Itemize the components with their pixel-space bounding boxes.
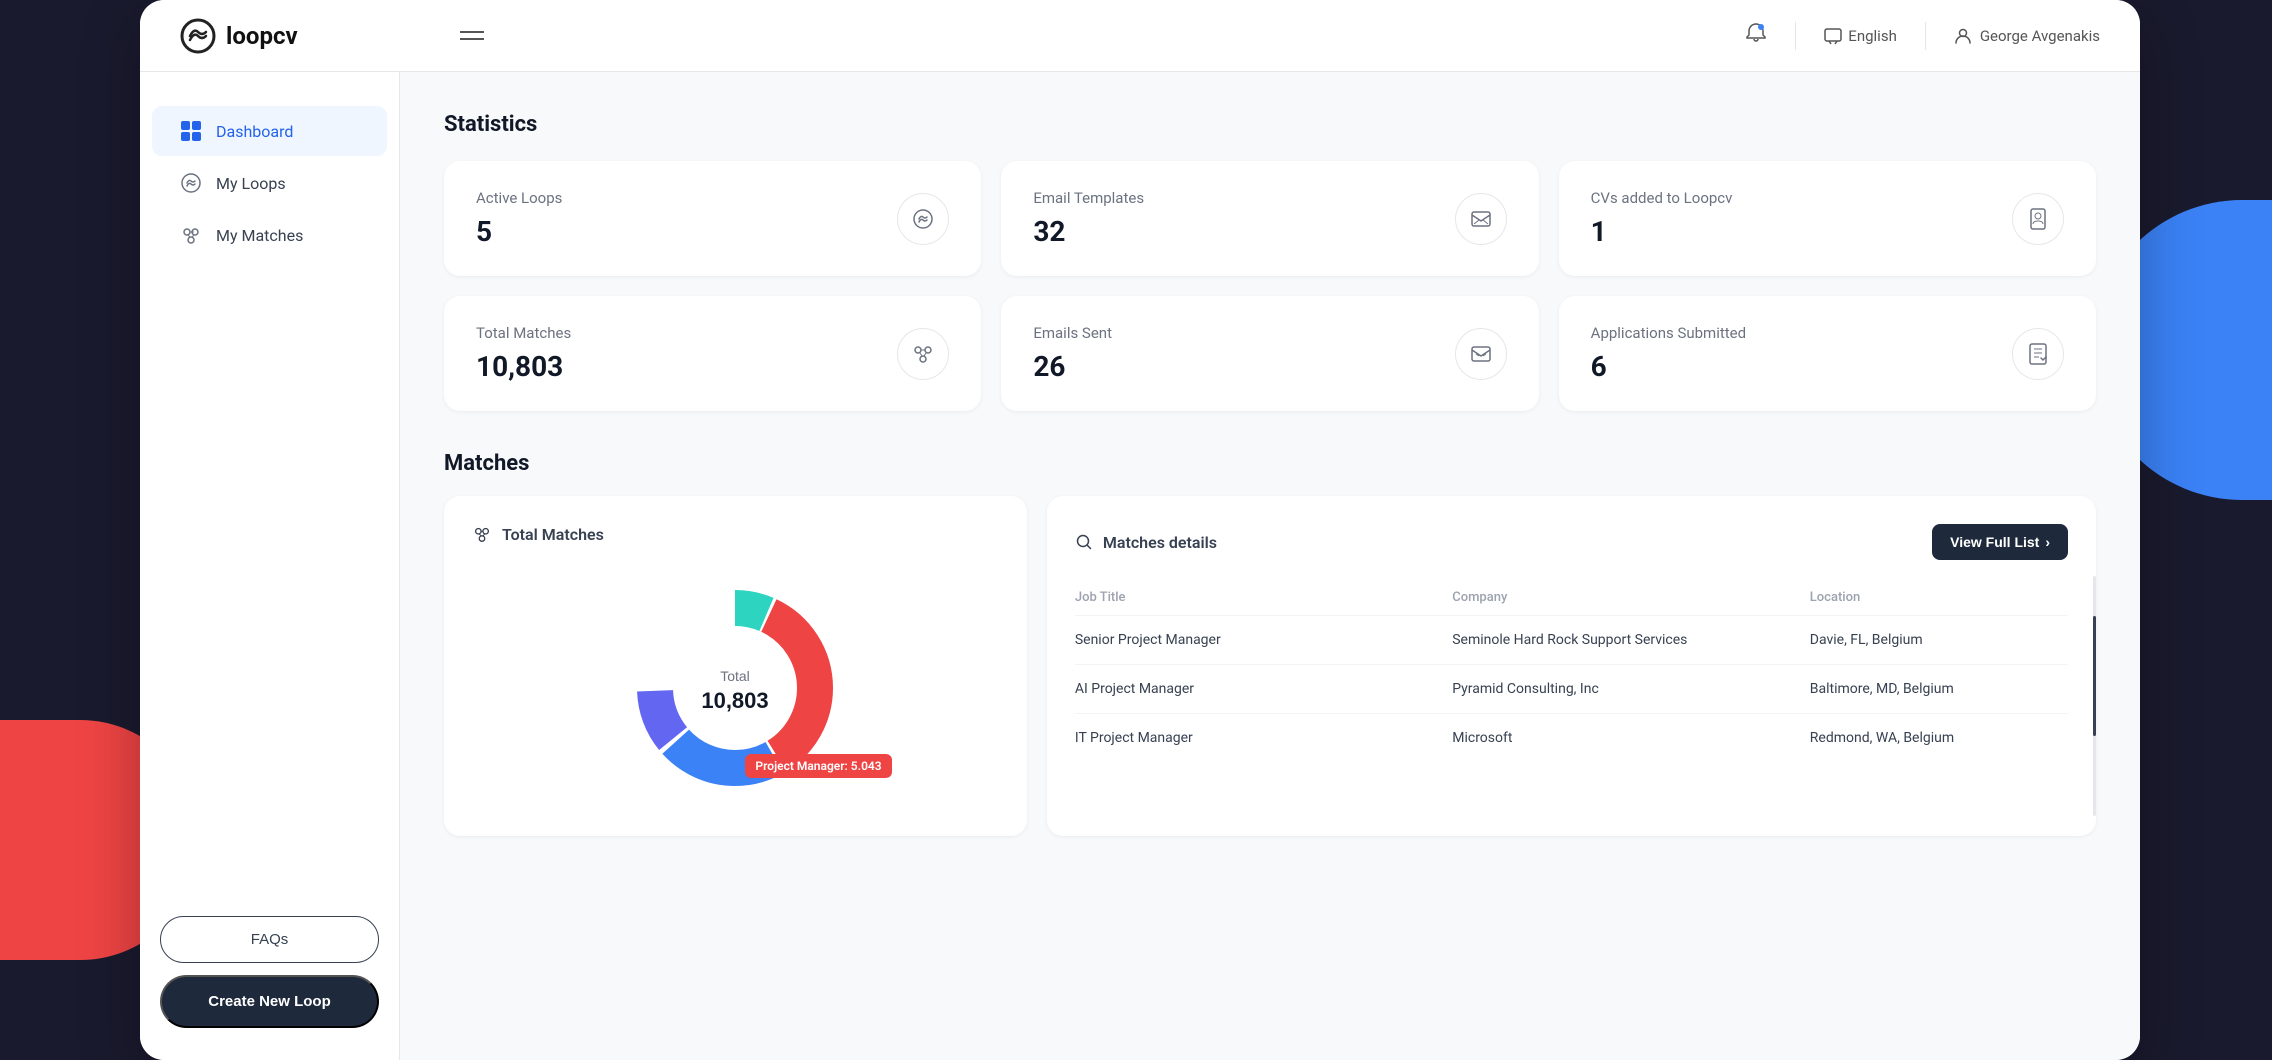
- job-title-cell: Senior Project Manager: [1075, 616, 1452, 665]
- total-matches-card-label: Total Matches: [502, 525, 604, 544]
- header-divider-2: [1925, 22, 1926, 50]
- create-new-loop-button[interactable]: Create New Loop: [160, 975, 379, 1028]
- language-selector[interactable]: English: [1824, 27, 1897, 45]
- stat-card-total-matches: Total Matches 10,803: [444, 296, 981, 411]
- applications-value: 6: [1591, 350, 1746, 383]
- language-label: English: [1848, 27, 1897, 45]
- total-matches-value: 10,803: [476, 350, 571, 383]
- svg-text:10,803: 10,803: [702, 688, 769, 713]
- cvs-value: 1: [1591, 215, 1733, 248]
- location-cell: Baltimore, MD, Belgium: [1810, 665, 2068, 714]
- matches-detail-title: Matches details: [1075, 533, 1217, 552]
- donut-chart-wrapper: Total 10,803 Project Manager: 5.043: [472, 568, 999, 808]
- matches-icon-circle: [897, 328, 949, 380]
- sidebar-bottom: FAQs Create New Loop: [140, 916, 399, 1028]
- sidebar: Dashboard My Loops: [140, 72, 400, 1060]
- statistics-title: Statistics: [444, 112, 2096, 137]
- hamburger-menu[interactable]: [460, 31, 484, 40]
- faqs-button[interactable]: FAQs: [160, 916, 379, 963]
- stat-card-email-templates: Email Templates 32: [1001, 161, 1538, 276]
- stat-card-active-loops: Active Loops 5: [444, 161, 981, 276]
- email-templates-label: Email Templates: [1033, 189, 1144, 207]
- total-matches-card-title: Total Matches: [472, 524, 999, 544]
- total-matches-card: Total Matches To: [444, 496, 1027, 836]
- logo-icon: [180, 18, 216, 54]
- matches-nav-icon: [180, 224, 202, 246]
- cv-icon: [2026, 207, 2050, 231]
- matches-detail-label: Matches details: [1103, 533, 1217, 552]
- emails-sent-value: 26: [1033, 350, 1112, 383]
- table-row: AI Project Manager Pyramid Consulting, I…: [1075, 665, 2068, 714]
- logo: loopcv: [180, 18, 440, 54]
- loops-icon: [180, 172, 202, 194]
- stats-grid: Active Loops 5 Email Templates: [444, 161, 2096, 411]
- company-cell: Pyramid Consulting, Inc: [1452, 665, 1810, 714]
- table-row: IT Project Manager Microsoft Redmond, WA…: [1075, 714, 2068, 763]
- matches-title: Matches: [444, 451, 2096, 476]
- company-cell: Microsoft: [1452, 714, 1810, 763]
- email-templates-value: 32: [1033, 215, 1144, 248]
- applications-icon: [2026, 342, 2050, 366]
- job-title-cell: AI Project Manager: [1075, 665, 1452, 714]
- total-matches-card-icon: [472, 524, 492, 544]
- sidebar-item-my-matches[interactable]: My Matches: [152, 210, 387, 260]
- dashboard-icon: [180, 120, 202, 142]
- cv-icon-circle: [2012, 193, 2064, 245]
- my-loops-label: My Loops: [216, 174, 286, 193]
- loop-icon-circle: [897, 193, 949, 245]
- svg-text:Total: Total: [721, 668, 751, 684]
- col-header-company: Company: [1452, 580, 1810, 616]
- header-right: English George Avgenakis: [1745, 22, 2100, 50]
- cvs-label: CVs added to Loopcv: [1591, 189, 1733, 207]
- user-name: George Avgenakis: [1980, 27, 2100, 45]
- email-template-icon-circle: [1455, 193, 1507, 245]
- stat-card-cvs: CVs added to Loopcv 1: [1559, 161, 2096, 276]
- location-cell: Redmond, WA, Belgium: [1810, 714, 2068, 763]
- user-menu[interactable]: George Avgenakis: [1954, 27, 2100, 45]
- active-loops-value: 5: [476, 215, 562, 248]
- location-cell: Davie, FL, Belgium: [1810, 616, 2068, 665]
- header-divider-1: [1795, 22, 1796, 50]
- col-header-job-title: Job Title: [1075, 580, 1452, 616]
- matches-detail-card: Matches details View Full List › Job Tit…: [1047, 496, 2096, 836]
- col-header-location: Location: [1810, 580, 2068, 616]
- view-full-list-button[interactable]: View Full List ›: [1932, 524, 2068, 560]
- total-matches-icon: [911, 342, 935, 366]
- emails-sent-icon: [1469, 342, 1493, 366]
- scrollbar-thumb[interactable]: [2093, 616, 2096, 736]
- main-content: Statistics Active Loops 5: [400, 72, 2140, 1060]
- scrollbar-track: [2093, 576, 2096, 816]
- active-loops-icon: [911, 207, 935, 231]
- app-window: loopcv English: [140, 0, 2140, 1060]
- header: loopcv English: [140, 0, 2140, 72]
- matches-detail-header: Matches details View Full List ›: [1075, 524, 2068, 560]
- matches-table: Job Title Company Location Senior Projec…: [1075, 580, 2068, 762]
- email-template-icon: [1469, 207, 1493, 231]
- sidebar-item-my-loops[interactable]: My Loops: [152, 158, 387, 208]
- donut-tooltip: Project Manager: 5.043: [745, 754, 891, 778]
- emails-sent-label: Emails Sent: [1033, 324, 1112, 342]
- stat-card-applications: Applications Submitted 6: [1559, 296, 2096, 411]
- total-matches-label: Total Matches: [476, 324, 571, 342]
- matches-grid: Total Matches To: [444, 496, 2096, 836]
- applications-icon-circle: [2012, 328, 2064, 380]
- logo-text: loopcv: [226, 22, 298, 50]
- emails-sent-icon-circle: [1455, 328, 1507, 380]
- sidebar-nav: Dashboard My Loops: [140, 104, 399, 262]
- company-cell: Seminole Hard Rock Support Services: [1452, 616, 1810, 665]
- user-icon: [1954, 27, 1972, 45]
- stat-card-emails-sent: Emails Sent 26: [1001, 296, 1538, 411]
- chat-icon: [1824, 27, 1842, 45]
- sidebar-item-dashboard[interactable]: Dashboard: [152, 106, 387, 156]
- search-icon: [1075, 533, 1093, 551]
- active-loops-label: Active Loops: [476, 189, 562, 207]
- my-matches-label: My Matches: [216, 226, 303, 245]
- main-layout: Dashboard My Loops: [140, 72, 2140, 1060]
- applications-label: Applications Submitted: [1591, 324, 1746, 342]
- notification-button[interactable]: [1745, 22, 1767, 49]
- job-title-cell: IT Project Manager: [1075, 714, 1452, 763]
- table-row: Senior Project Manager Seminole Hard Roc…: [1075, 616, 2068, 665]
- chevron-right-icon: ›: [2045, 534, 2050, 550]
- dashboard-label: Dashboard: [216, 122, 293, 141]
